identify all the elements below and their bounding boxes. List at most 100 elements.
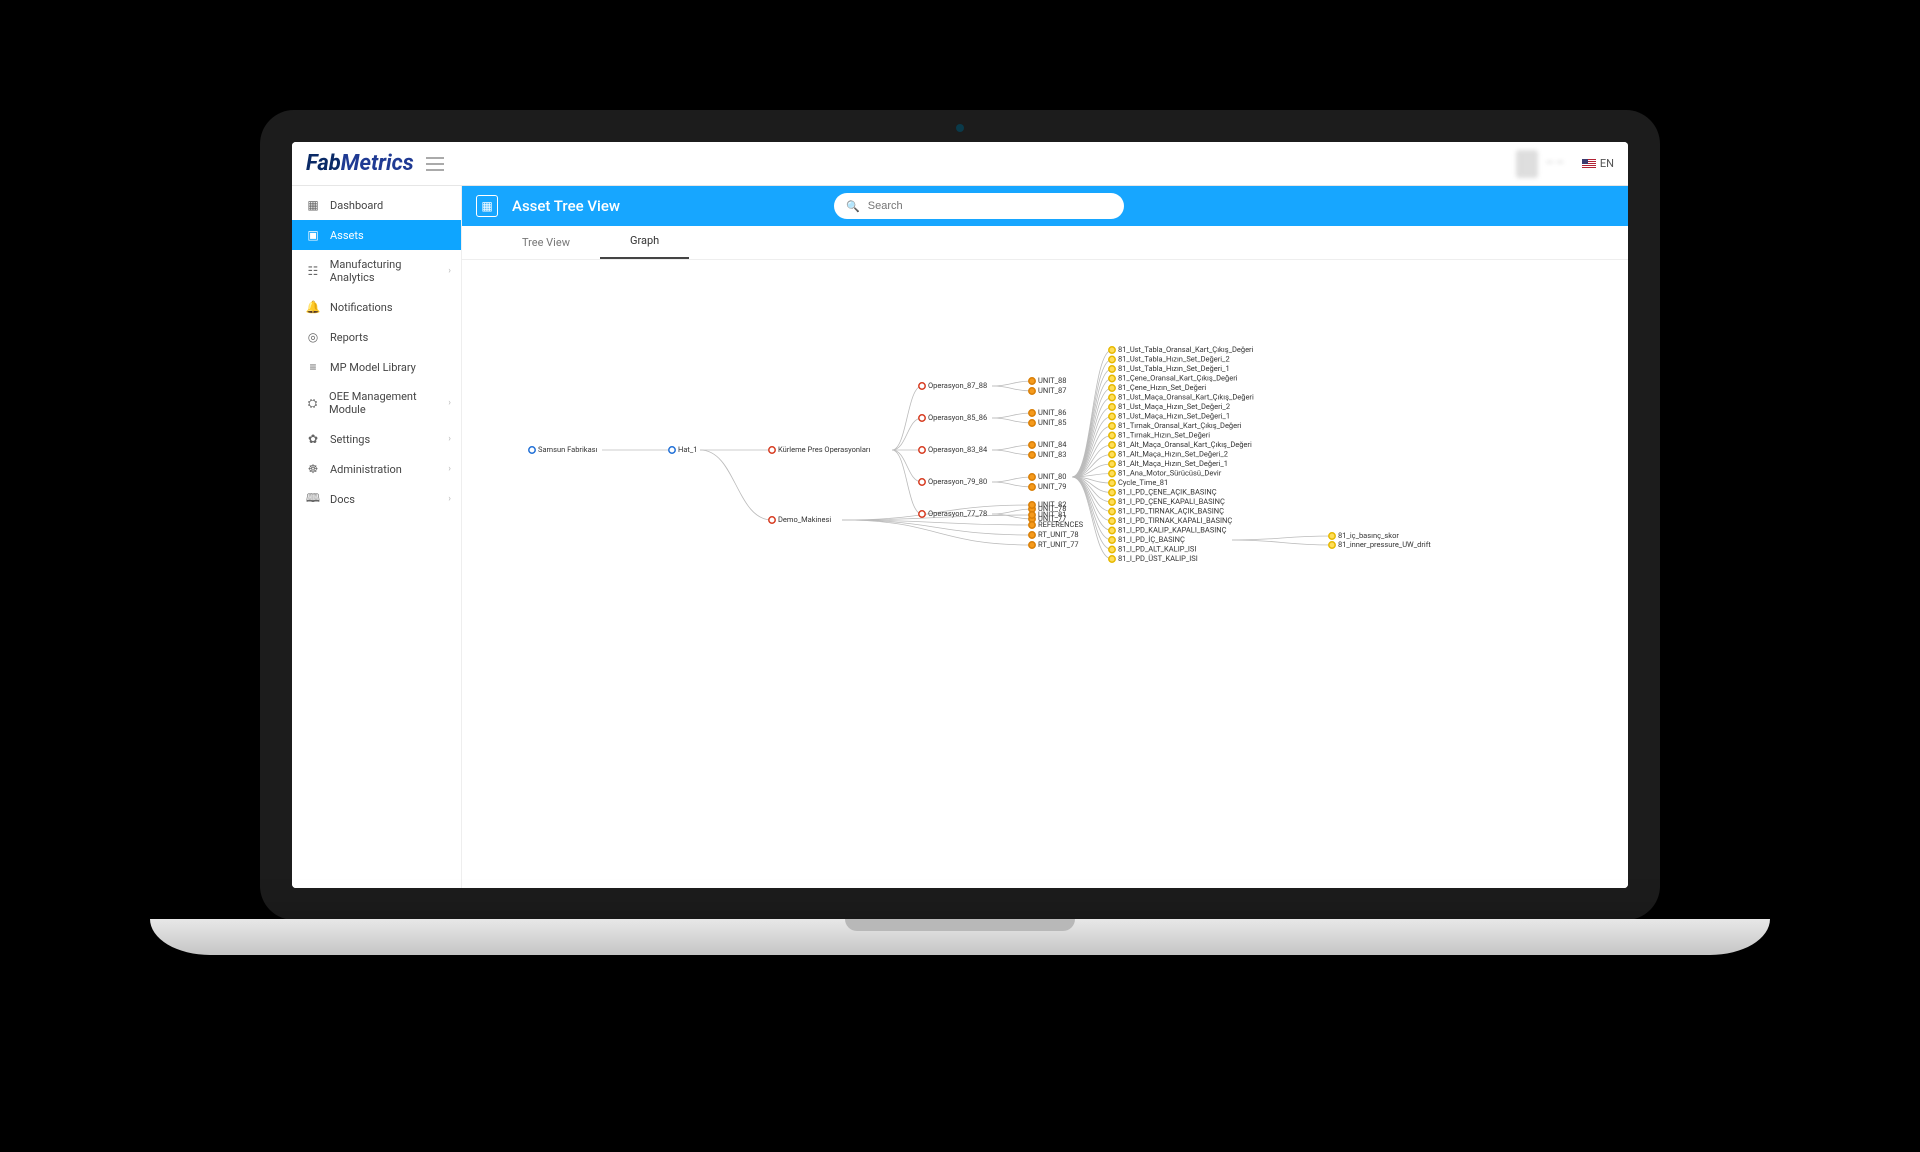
chevron-right-icon: ›: [448, 464, 451, 474]
svg-text:Operasyon_85_86: Operasyon_85_86: [928, 413, 987, 422]
search-input[interactable]: [868, 200, 1112, 212]
graph-node[interactable]: 81_I_PD_İÇ_BASINÇ: [1109, 535, 1185, 544]
graph-node[interactable]: UNIT_84: [1029, 440, 1067, 449]
sidebar-item-docs[interactable]: 🕮Docs›: [292, 484, 461, 514]
graph-node[interactable]: Cycle_Time_81: [1109, 478, 1168, 487]
graph-node[interactable]: 81_Ust_Maça_Oransal_Kart_Çıkış_Değeri: [1109, 392, 1254, 401]
graph-node[interactable]: 81_Ust_Maça_Hızın_Set_Değeri_1: [1109, 411, 1230, 420]
svg-text:81_I_PD_TIRNAK_KAPALI_BASINÇ: 81_I_PD_TIRNAK_KAPALI_BASINÇ: [1118, 516, 1232, 525]
app-screen: FabMetrics — — EN: [292, 142, 1628, 888]
graph-node[interactable]: 81_I_PD_ÇENE_AÇIK_BASINÇ: [1109, 487, 1217, 496]
titlebar-icon: ▦: [476, 195, 498, 217]
sidebar-item-settings[interactable]: ✿Settings›: [292, 424, 461, 454]
graph-node[interactable]: 81_Ust_Tabla_Oransal_Kart_Çıkış_Değeri: [1109, 345, 1254, 354]
search-box[interactable]: 🔍: [834, 193, 1124, 219]
user-badge[interactable]: — —: [1516, 150, 1564, 178]
graph-node[interactable]: UNIT_87: [1029, 386, 1067, 395]
graph-node[interactable]: Operasyon_83_84: [919, 445, 988, 454]
svg-text:Operasyon_83_84: Operasyon_83_84: [928, 445, 988, 454]
graph-node[interactable]: 81_I_PD_ÜST_KALIP_ISI: [1109, 554, 1198, 563]
svg-text:81_Ust_Maça_Hızın_Set_Değeri_1: 81_Ust_Maça_Hızın_Set_Değeri_1: [1118, 411, 1230, 420]
svg-text:81_Alt_Maça_Hızın_Set_Değeri_2: 81_Alt_Maça_Hızın_Set_Değeri_2: [1118, 449, 1228, 458]
graph-node[interactable]: 81_iç_basınç_skor: [1329, 531, 1400, 540]
graph-node[interactable]: UNIT_82: [1029, 500, 1067, 509]
svg-text:REFERENCES: REFERENCES: [1038, 520, 1084, 529]
graph-canvas[interactable]: Samsun Fabrikası Hat_1 Kürleme Pres Operas…: [462, 260, 1628, 888]
brand-part-metrics: Metrics: [341, 151, 414, 176]
graph-node[interactable]: Samsun Fabrikası: [529, 445, 598, 454]
main-panel: ▦ Asset Tree View 🔍 Tree ViewGraph Samsu…: [462, 186, 1628, 888]
graph-node[interactable]: 81_I_PD_KALIP_KAPALI_BASINÇ: [1109, 525, 1227, 534]
svg-text:81_Alt_Maça_Oransal_Kart_Çıkış: 81_Alt_Maça_Oransal_Kart_Çıkış_Değeri: [1118, 440, 1252, 449]
svg-text:RT_UNIT_78: RT_UNIT_78: [1038, 530, 1079, 539]
titlebar: ▦ Asset Tree View 🔍: [462, 186, 1628, 226]
sidebar-item-label: Notifications: [330, 301, 393, 314]
graph-node[interactable]: UNIT_86: [1029, 408, 1067, 417]
graph-node[interactable]: 81_Çene_Oransal_Kart_Çıkış_Değeri: [1109, 373, 1238, 382]
tab-graph[interactable]: Graph: [600, 224, 689, 259]
svg-text:Hat_1: Hat_1: [678, 445, 697, 454]
graph-node[interactable]: Hat_1: [669, 445, 698, 454]
graph-node[interactable]: Operasyon_87_88: [919, 381, 987, 390]
sidebar-item-notifications[interactable]: 🔔Notifications: [292, 292, 461, 322]
sidebar-item-dashboard[interactable]: ▦Dashboard: [292, 190, 461, 220]
graph-node[interactable]: 81_I_PD_TIRNAK_KAPALI_BASINÇ: [1109, 516, 1233, 525]
graph-node[interactable]: UNIT_85: [1029, 418, 1067, 427]
brand-part-fab: Fab: [306, 151, 341, 176]
graph-node[interactable]: 81_Ust_Tabla_Hızın_Set_Değeri_1: [1109, 364, 1230, 373]
sidebar-item-administration[interactable]: ☸Administration›: [292, 454, 461, 484]
graph-node[interactable]: UNIT_88: [1029, 376, 1067, 385]
avatar: [1516, 150, 1538, 178]
graph-node[interactable]: 81_I_PD_TIRNAK_AÇIK_BASINÇ: [1109, 506, 1224, 515]
graph-node[interactable]: 81_I_PD_ÇENE_KAPALI_BASINÇ: [1109, 497, 1225, 506]
graph-node[interactable]: Demo_Makinesi: [769, 515, 832, 524]
graph-node[interactable]: 81_inner_pressure_UW_drift: [1329, 540, 1431, 549]
graph-node[interactable]: 81_Ana_Motor_Sürücüsü_Devir: [1109, 468, 1222, 477]
graph-node[interactable]: UNIT_79: [1029, 482, 1067, 491]
graph-node[interactable]: RT_UNIT_77: [1029, 540, 1079, 549]
sidebar-item-oee-management-module[interactable]: ⛭OEE Management Module›: [292, 382, 461, 424]
svg-text:UNIT_86: UNIT_86: [1038, 408, 1066, 417]
sidebar-item-mp-model-library[interactable]: ≡MP Model Library: [292, 352, 461, 382]
graph-node[interactable]: 81_Alt_Maça_Hızın_Set_Değeri_1: [1109, 459, 1228, 468]
graph-node[interactable]: 81_Tırnak_Oransal_Kart_Çıkış_Değeri: [1109, 421, 1242, 430]
graph-node[interactable]: Kürleme Pres Operasyonları: [769, 445, 871, 454]
svg-text:UNIT_84: UNIT_84: [1038, 440, 1067, 449]
graph-node[interactable]: 81_Çene_Hızın_Set_Değeri: [1109, 383, 1207, 392]
sidebar-item-label: Assets: [330, 229, 364, 242]
language-selector[interactable]: EN: [1582, 157, 1614, 170]
graph-node[interactable]: RT_UNIT_78: [1029, 530, 1079, 539]
svg-text:Demo_Makinesi: Demo_Makinesi: [778, 515, 831, 524]
svg-text:Cycle_Time_81: Cycle_Time_81: [1118, 478, 1168, 487]
graph-node[interactable]: Operasyon_85_86: [919, 413, 987, 422]
sidebar-item-label: Settings: [330, 433, 370, 446]
graph-node[interactable]: 81_I_PD_ALT_KALIP_ISI: [1109, 544, 1197, 553]
graph-node[interactable]: UNIT_80: [1029, 472, 1067, 481]
graph-node[interactable]: 81_Ust_Tabla_Hızın_Set_Değeri_2: [1109, 354, 1230, 363]
svg-text:81_I_PD_ÇENE_KAPALI_BASINÇ: 81_I_PD_ÇENE_KAPALI_BASINÇ: [1118, 497, 1225, 506]
graph-node[interactable]: UNIT_83: [1029, 450, 1067, 459]
graph-node[interactable]: 81_Alt_Maça_Hızın_Set_Değeri_2: [1109, 449, 1228, 458]
svg-text:81_Ana_Motor_Sürücüsü_Devir: 81_Ana_Motor_Sürücüsü_Devir: [1118, 468, 1222, 477]
sidebar: ▦Dashboard▣Assets☷Manufacturing Analytic…: [292, 186, 462, 888]
svg-text:UNIT_83: UNIT_83: [1038, 450, 1066, 459]
sidebar-item-label: OEE Management Module: [329, 390, 447, 416]
tab-tree-view[interactable]: Tree View: [492, 226, 600, 259]
sidebar-item-manufacturing-analytics[interactable]: ☷Manufacturing Analytics›: [292, 250, 461, 292]
laptop-mockup: FabMetrics — — EN: [260, 110, 1660, 955]
graph-node[interactable]: REFERENCES: [1029, 520, 1084, 529]
hamburger-icon[interactable]: [426, 157, 444, 171]
graph-node[interactable]: Operasyon_79_80: [919, 477, 987, 486]
sidebar-item-label: Administration: [330, 463, 402, 476]
graph-node[interactable]: 81_Tırnak_Hızın_Set_Değeri: [1109, 430, 1211, 439]
graph-node[interactable]: 81_Ust_Maça_Hızın_Set_Değeri_2: [1109, 402, 1230, 411]
svg-text:UNIT_81: UNIT_81: [1038, 510, 1066, 519]
svg-text:UNIT_82: UNIT_82: [1038, 500, 1066, 509]
sidebar-item-assets[interactable]: ▣Assets: [292, 220, 461, 250]
graph-node[interactable]: 81_Alt_Maça_Oransal_Kart_Çıkış_Değeri: [1109, 440, 1252, 449]
nav-icon: ⛭: [306, 396, 319, 410]
sidebar-item-reports[interactable]: ◎Reports: [292, 322, 461, 352]
graph-node[interactable]: Operasyon_77_78: [919, 509, 987, 518]
nav-icon: ▦: [306, 198, 320, 212]
svg-text:UNIT_87: UNIT_87: [1038, 386, 1066, 395]
